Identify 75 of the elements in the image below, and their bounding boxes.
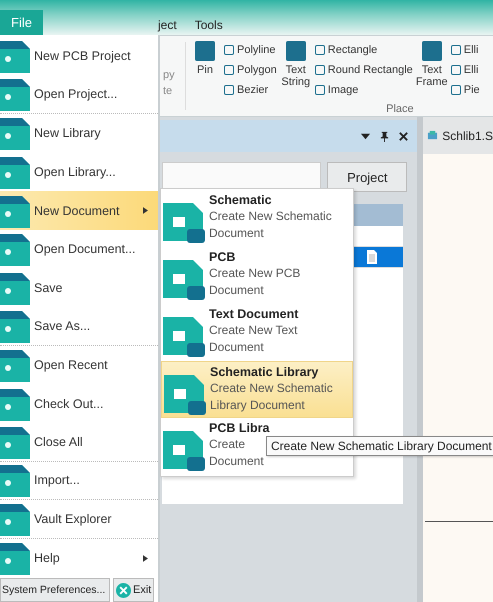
- document-icon: [0, 155, 30, 190]
- ribbon-button[interactable]: Polygon: [224, 61, 277, 78]
- ribbon-button[interactable]: Elli: [450, 41, 480, 58]
- menu-item[interactable]: Save As...: [0, 307, 158, 346]
- item-description: Create Document: [209, 436, 264, 470]
- ribbon-button[interactable]: Pin: [190, 41, 220, 76]
- exit-button[interactable]: Exit: [113, 578, 154, 602]
- document-icon: [0, 463, 30, 498]
- menu-item[interactable]: Import...: [0, 462, 158, 500]
- submenu-item[interactable]: Schematic Create New Schematic Document: [161, 190, 334, 247]
- ribbon-button[interactable]: Elli: [450, 61, 480, 78]
- item-description: Create New Text Document: [209, 322, 298, 356]
- document-icon: [427, 130, 438, 141]
- document-icon: [0, 270, 30, 305]
- project-button[interactable]: Project: [327, 162, 408, 192]
- menu-item[interactable]: Open Document...: [0, 230, 158, 269]
- document-icon: [163, 201, 205, 243]
- document-icon: [366, 250, 378, 264]
- ribbon-button[interactable]: Bezier: [224, 81, 277, 98]
- close-icon: [116, 582, 131, 598]
- document-icon: [164, 373, 206, 415]
- document-icon: [0, 424, 30, 459]
- pin-icon[interactable]: [379, 130, 390, 142]
- submenu-arrow-icon: [143, 554, 148, 562]
- submenu-item[interactable]: PCB Create New PCB Document: [161, 247, 302, 304]
- menu-item[interactable]: New Library: [0, 114, 158, 153]
- menu-item[interactable]: New Document: [0, 191, 158, 230]
- menu-tab[interactable]: Tools: [194, 18, 223, 32]
- document-icon: [0, 39, 30, 74]
- document-icon: [163, 315, 205, 357]
- submenu-item[interactable]: Text Document Create New Text Document: [161, 304, 300, 361]
- ribbon-label: te: [163, 85, 174, 97]
- document-icon: [0, 232, 30, 266]
- menu-item[interactable]: Close All: [0, 422, 158, 462]
- ribbon-button[interactable]: Polyline: [224, 41, 277, 58]
- ribbon-button[interactable]: Image: [314, 81, 413, 98]
- menu-item[interactable]: New PCB Project: [0, 37, 158, 76]
- group-label: Place: [386, 103, 414, 115]
- preferences-button[interactable]: System Preferences...: [0, 578, 110, 602]
- document-icon: [0, 502, 30, 536]
- close-icon[interactable]: [398, 130, 410, 142]
- menu-item[interactable]: Open Recent: [0, 346, 158, 384]
- ribbon-button[interactable]: Text String: [280, 41, 311, 88]
- document-icon: [0, 348, 30, 382]
- menu-item[interactable]: Open Library...: [0, 152, 158, 192]
- ribbon-button[interactable]: Rectangle: [314, 41, 413, 58]
- submenu-item[interactable]: Schematic Library Create New Schematic Library Document: [161, 361, 353, 418]
- tooltip: Create New Schematic Library Document: [266, 436, 493, 456]
- menu-item[interactable]: Vault Explorer: [0, 500, 158, 539]
- item-title: PCB Libra: [209, 421, 270, 436]
- item-title: PCB: [209, 250, 236, 265]
- document-icon: [0, 77, 30, 112]
- submenu-arrow-icon: [143, 207, 148, 214]
- document-icon: [163, 258, 205, 300]
- document-icon: [0, 541, 30, 576]
- ribbon-button[interactable]: Round Rectangle: [314, 61, 413, 78]
- item-title: Text Document: [209, 307, 298, 322]
- document-icon: [0, 116, 30, 150]
- ribbon-button[interactable]: Text Frame: [416, 41, 447, 88]
- menu-item[interactable]: Save: [0, 268, 158, 308]
- document-icon: [0, 194, 30, 228]
- document-icon: [163, 429, 205, 471]
- document-icon: [0, 386, 30, 421]
- menu-item[interactable]: Help: [0, 538, 158, 578]
- item-title: Schematic Library: [210, 365, 318, 380]
- item-description: Create New Schematic Library Document: [210, 380, 333, 414]
- document-icon: [0, 308, 30, 343]
- menu-item[interactable]: Check Out...: [0, 384, 158, 423]
- item-description: Create New Schematic Document: [209, 208, 332, 242]
- menu-item[interactable]: Open Project...: [0, 76, 158, 114]
- ribbon-label: py: [163, 69, 176, 81]
- menu-tab[interactable]: ject: [158, 18, 177, 32]
- ribbon-button[interactable]: Pie: [450, 81, 480, 98]
- item-title: Schematic: [209, 193, 272, 208]
- item-description: Create New PCB Document: [209, 265, 300, 299]
